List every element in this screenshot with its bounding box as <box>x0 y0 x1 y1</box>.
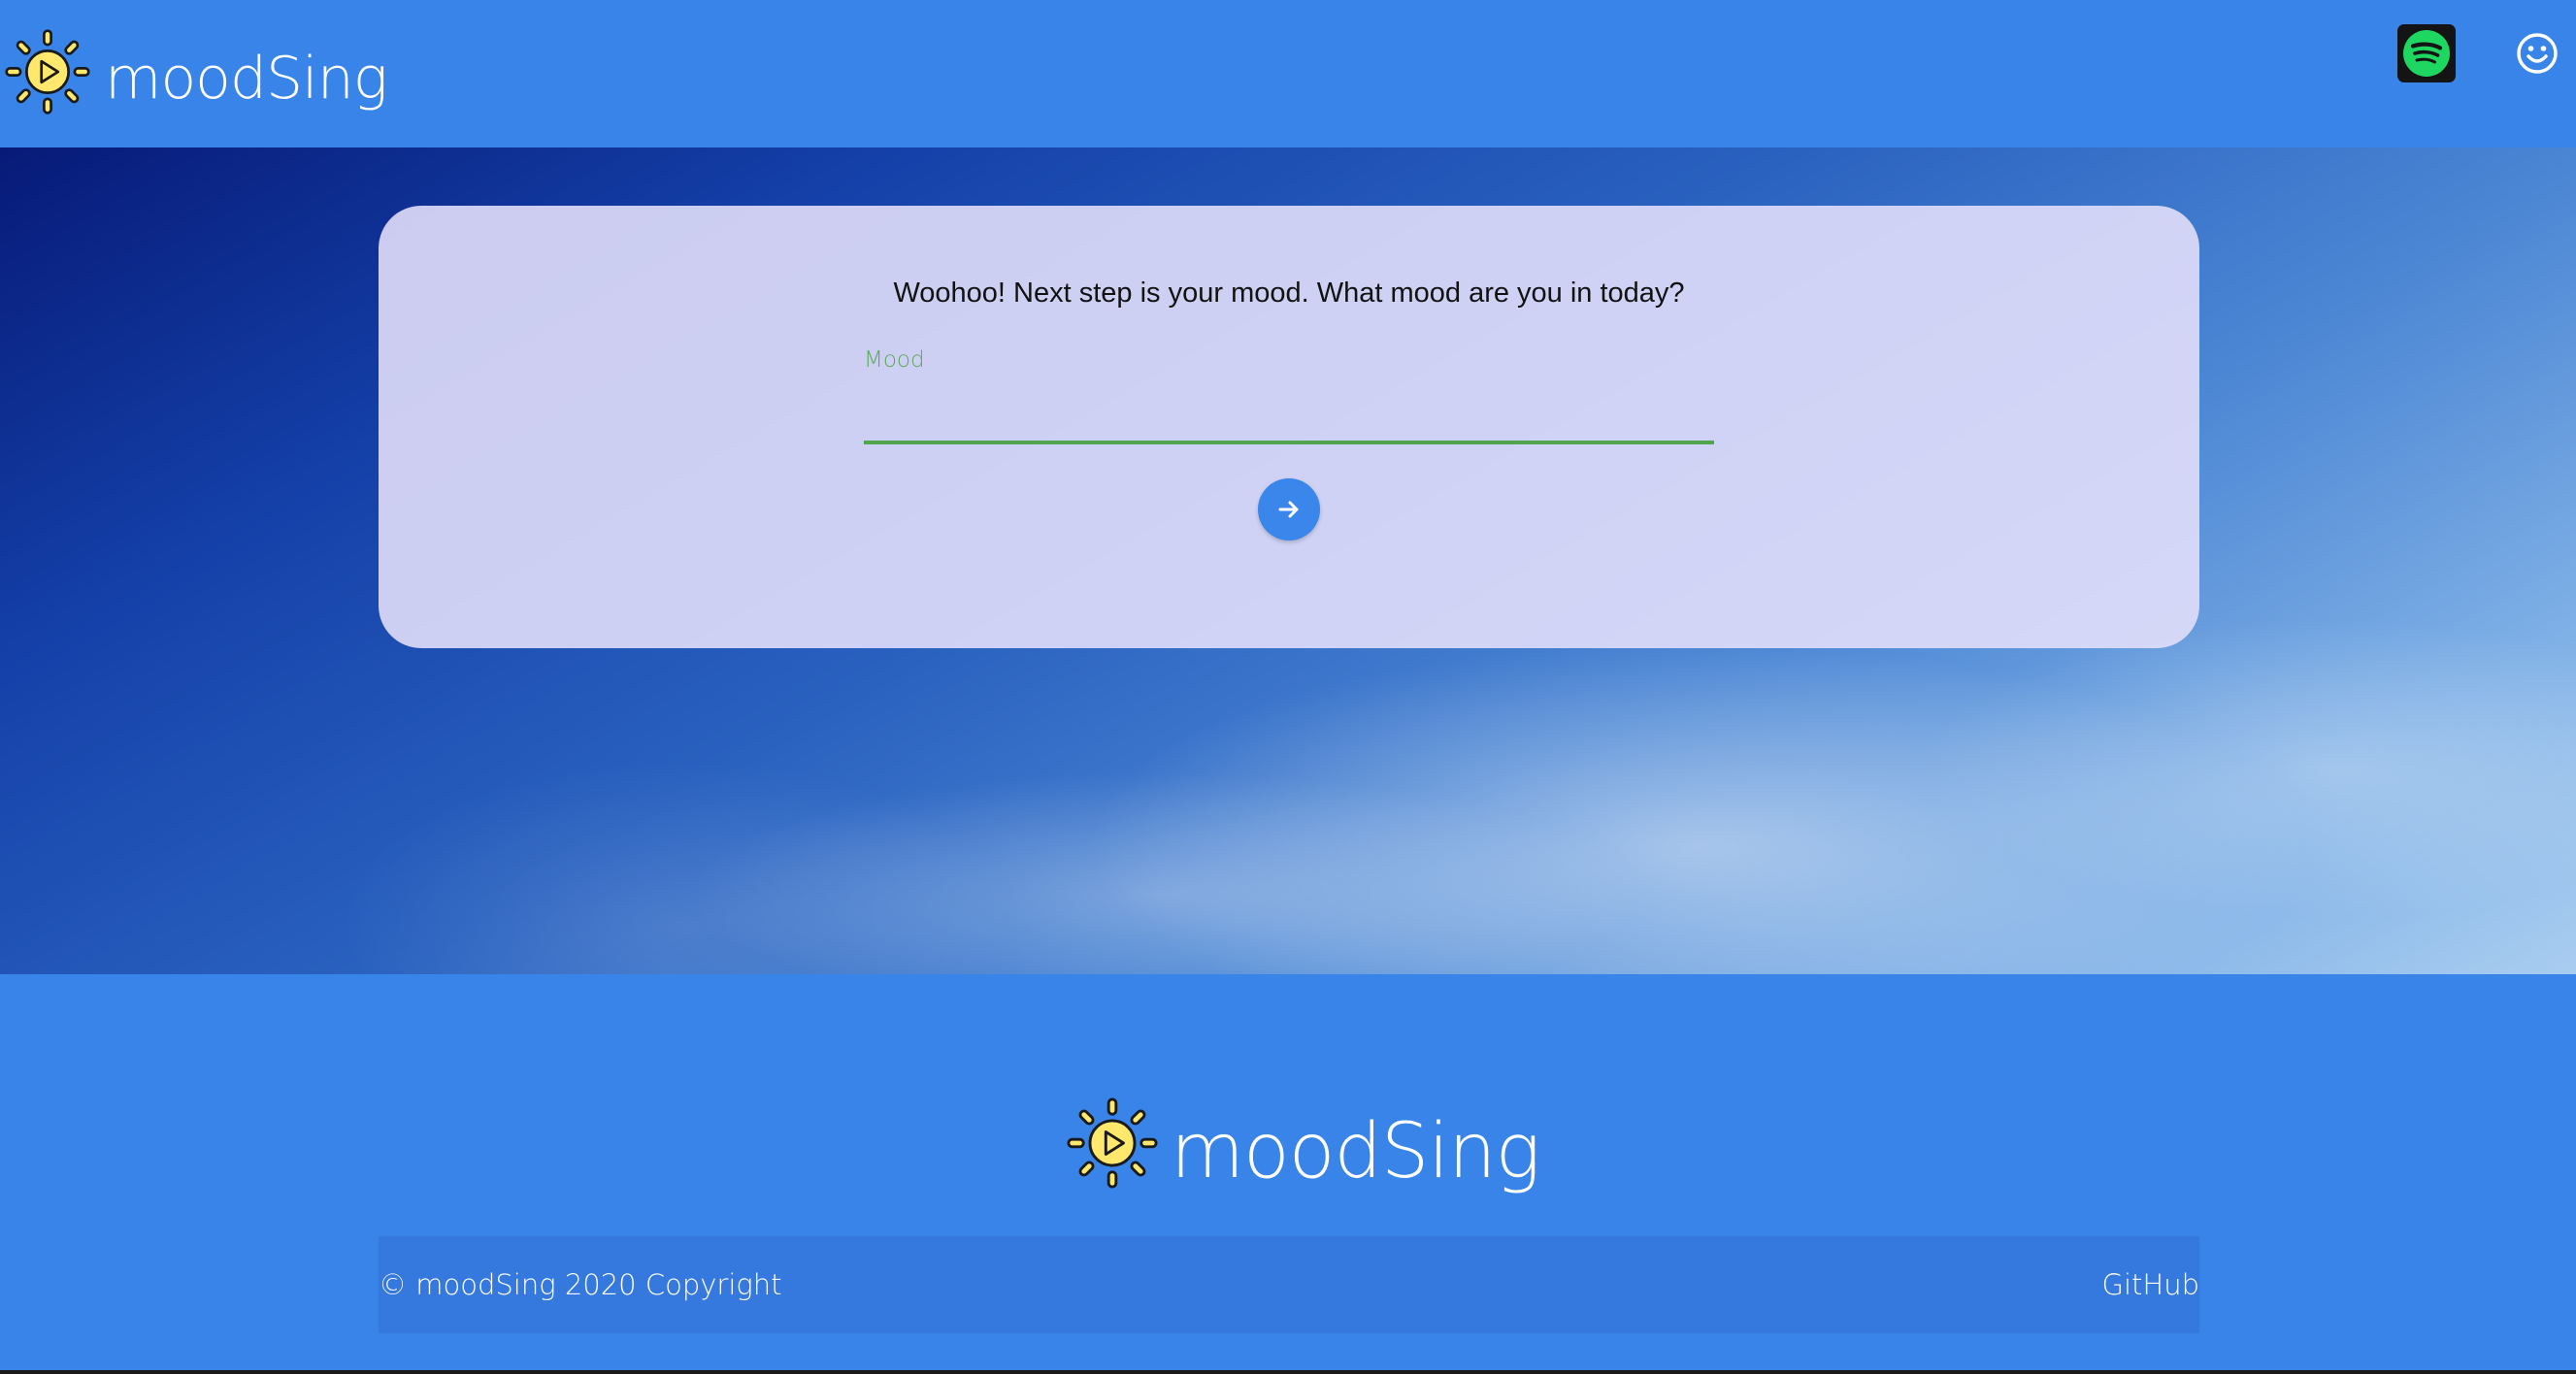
mood-card: Woohoo! Next step is your mood. What moo… <box>379 206 2199 648</box>
footer: moodSing © moodSing 2020 Copyright GitHu… <box>0 974 2576 1370</box>
submit-mood-button[interactable] <box>1258 478 1320 540</box>
window-bottom-edge <box>0 1370 2576 1374</box>
smiley-face-icon <box>2517 33 2558 74</box>
footer-brand: moodSing <box>1066 1091 1540 1195</box>
profile-button[interactable] <box>2516 32 2559 75</box>
footer-brand-name: moodSing <box>1171 1108 1540 1195</box>
brand-name: moodSing <box>105 45 388 113</box>
hero-sky-background: Woohoo! Next step is your mood. What moo… <box>0 147 2576 974</box>
footer-copyright-bar: © moodSing 2020 Copyright GitHub <box>379 1236 2199 1333</box>
github-link[interactable]: GitHub <box>2102 1236 2200 1333</box>
sun-play-logo-icon <box>1066 1096 1159 1190</box>
navbar: moodSing <box>0 0 2576 147</box>
brand-home-link[interactable]: moodSing <box>4 23 388 120</box>
mood-input[interactable] <box>864 390 1714 444</box>
arrow-right-icon <box>1278 501 1299 518</box>
copyright-text: © moodSing 2020 Copyright <box>379 1268 782 1301</box>
spotify-icon <box>2403 30 2450 77</box>
mood-prompt: Woohoo! Next step is your mood. What moo… <box>893 278 1685 309</box>
mood-field: Mood <box>864 347 1714 462</box>
mood-field-label: Mood <box>864 347 925 373</box>
sun-play-logo-icon <box>4 28 91 115</box>
spotify-button[interactable] <box>2397 24 2456 82</box>
